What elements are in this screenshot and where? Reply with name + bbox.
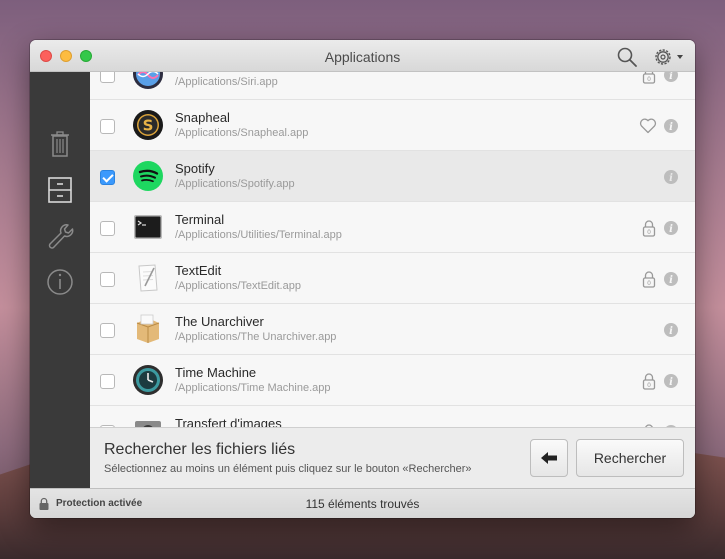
snapheal-app-icon: S xyxy=(133,110,163,140)
row-checkbox[interactable] xyxy=(100,72,115,83)
list-item[interactable]: /Applications/Siri.app 0 i xyxy=(90,72,695,100)
siri-app-icon xyxy=(133,72,163,89)
info-icon[interactable]: i xyxy=(664,221,678,235)
info-icon[interactable]: i xyxy=(664,272,678,286)
panel-instructions: Sélectionnez au moins un élément puis cl… xyxy=(104,463,472,475)
unarchiver-app-icon xyxy=(136,314,160,343)
list-item[interactable]: Spotify /Applications/Spotify.app i xyxy=(90,151,695,202)
list-item[interactable]: S Snapheal /Applications/Snapheal.app i xyxy=(90,100,695,151)
info-icon[interactable]: i xyxy=(664,72,678,82)
svg-text:i: i xyxy=(669,224,673,235)
lock-icon: 0 xyxy=(642,72,656,84)
heart-icon[interactable] xyxy=(639,117,657,134)
svg-text:0: 0 xyxy=(647,76,651,83)
row-checkbox[interactable] xyxy=(100,374,115,389)
list-item[interactable]: Transfert d'images xyxy=(90,406,695,427)
back-button[interactable] xyxy=(530,439,568,477)
window-title: Applications xyxy=(324,49,401,65)
arrow-left-icon xyxy=(541,452,557,464)
list-item[interactable]: The Unarchiver /Applications/The Unarchi… xyxy=(90,304,695,355)
terminal-app-icon xyxy=(134,215,162,239)
panel-title: Rechercher les fichiers liés xyxy=(104,441,296,458)
archive-drawer-icon[interactable] xyxy=(44,174,76,206)
app-path: /Applications/TextEdit.app xyxy=(175,280,301,292)
list-item[interactable]: Time Machine /Applications/Time Machine.… xyxy=(90,355,695,406)
sidebar xyxy=(30,72,90,488)
search-icon[interactable] xyxy=(616,46,638,68)
row-checkbox[interactable] xyxy=(100,119,115,134)
app-path: /Applications/Snapheal.app xyxy=(175,127,309,139)
svg-text:S: S xyxy=(143,117,154,135)
wrench-icon[interactable] xyxy=(44,220,76,252)
image-capture-app-icon xyxy=(135,421,161,427)
row-checkbox[interactable] xyxy=(100,170,115,185)
app-name: Snapheal xyxy=(175,110,230,125)
svg-text:i: i xyxy=(669,173,673,184)
svg-text:i: i xyxy=(669,326,673,337)
svg-text:i: i xyxy=(669,122,673,133)
trash-icon[interactable] xyxy=(44,128,76,160)
spotify-app-icon xyxy=(133,161,163,191)
svg-text:0: 0 xyxy=(647,280,651,287)
list-item[interactable]: Terminal /Applications/Utilities/Termina… xyxy=(90,202,695,253)
row-checkbox[interactable] xyxy=(100,272,115,287)
lock-icon: 0 xyxy=(642,373,656,390)
app-path: /Applications/Siri.app xyxy=(175,76,278,88)
gear-menu-icon[interactable] xyxy=(652,46,686,68)
row-checkbox[interactable] xyxy=(100,221,115,236)
textedit-app-icon xyxy=(138,264,158,292)
app-name: The Unarchiver xyxy=(175,314,264,329)
svg-text:i: i xyxy=(669,377,673,388)
app-name: Terminal xyxy=(175,212,225,227)
status-bar: Protection activée 115 éléments trouvés xyxy=(30,488,695,518)
app-path: /Applications/Spotify.app xyxy=(175,178,295,190)
row-checkbox[interactable] xyxy=(100,323,115,338)
app-path: /Applications/The Unarchiver.app xyxy=(175,331,337,343)
app-path: /Applications/Utilities/Terminal.app xyxy=(175,229,342,241)
app-name: TextEdit xyxy=(175,263,222,278)
svg-text:0: 0 xyxy=(647,229,651,236)
lock-icon: 0 xyxy=(642,220,656,237)
app-name: Time Machine xyxy=(175,365,257,380)
items-found-count: 115 éléments trouvés xyxy=(305,497,420,511)
info-icon[interactable]: i xyxy=(664,323,678,337)
search-button[interactable]: Rechercher xyxy=(576,439,684,477)
app-name: Spotify xyxy=(175,161,215,176)
svg-text:i: i xyxy=(669,72,673,82)
app-path: /Applications/Time Machine.app xyxy=(175,382,331,394)
svg-text:i: i xyxy=(669,275,673,286)
svg-text:0: 0 xyxy=(647,382,651,389)
info-circle-icon[interactable] xyxy=(44,266,76,298)
list-item[interactable]: TextEdit /Applications/TextEdit.app 0 i xyxy=(90,253,695,304)
info-icon[interactable]: i xyxy=(664,119,678,133)
app-list[interactable]: /Applications/Siri.app 0 i S Snapheal /A… xyxy=(90,72,695,427)
title-bar: Applications xyxy=(30,40,695,72)
info-icon[interactable]: i xyxy=(664,170,678,184)
lock-icon: 0 xyxy=(642,271,656,288)
time-machine-app-icon xyxy=(133,365,163,395)
info-icon[interactable]: i xyxy=(664,374,678,388)
app-name: Transfert d'images xyxy=(175,416,282,427)
app-window: Applications /Applications/Siri.app 0 i … xyxy=(30,40,695,518)
search-related-files-panel: Rechercher les fichiers liés Sélectionne… xyxy=(90,427,695,488)
